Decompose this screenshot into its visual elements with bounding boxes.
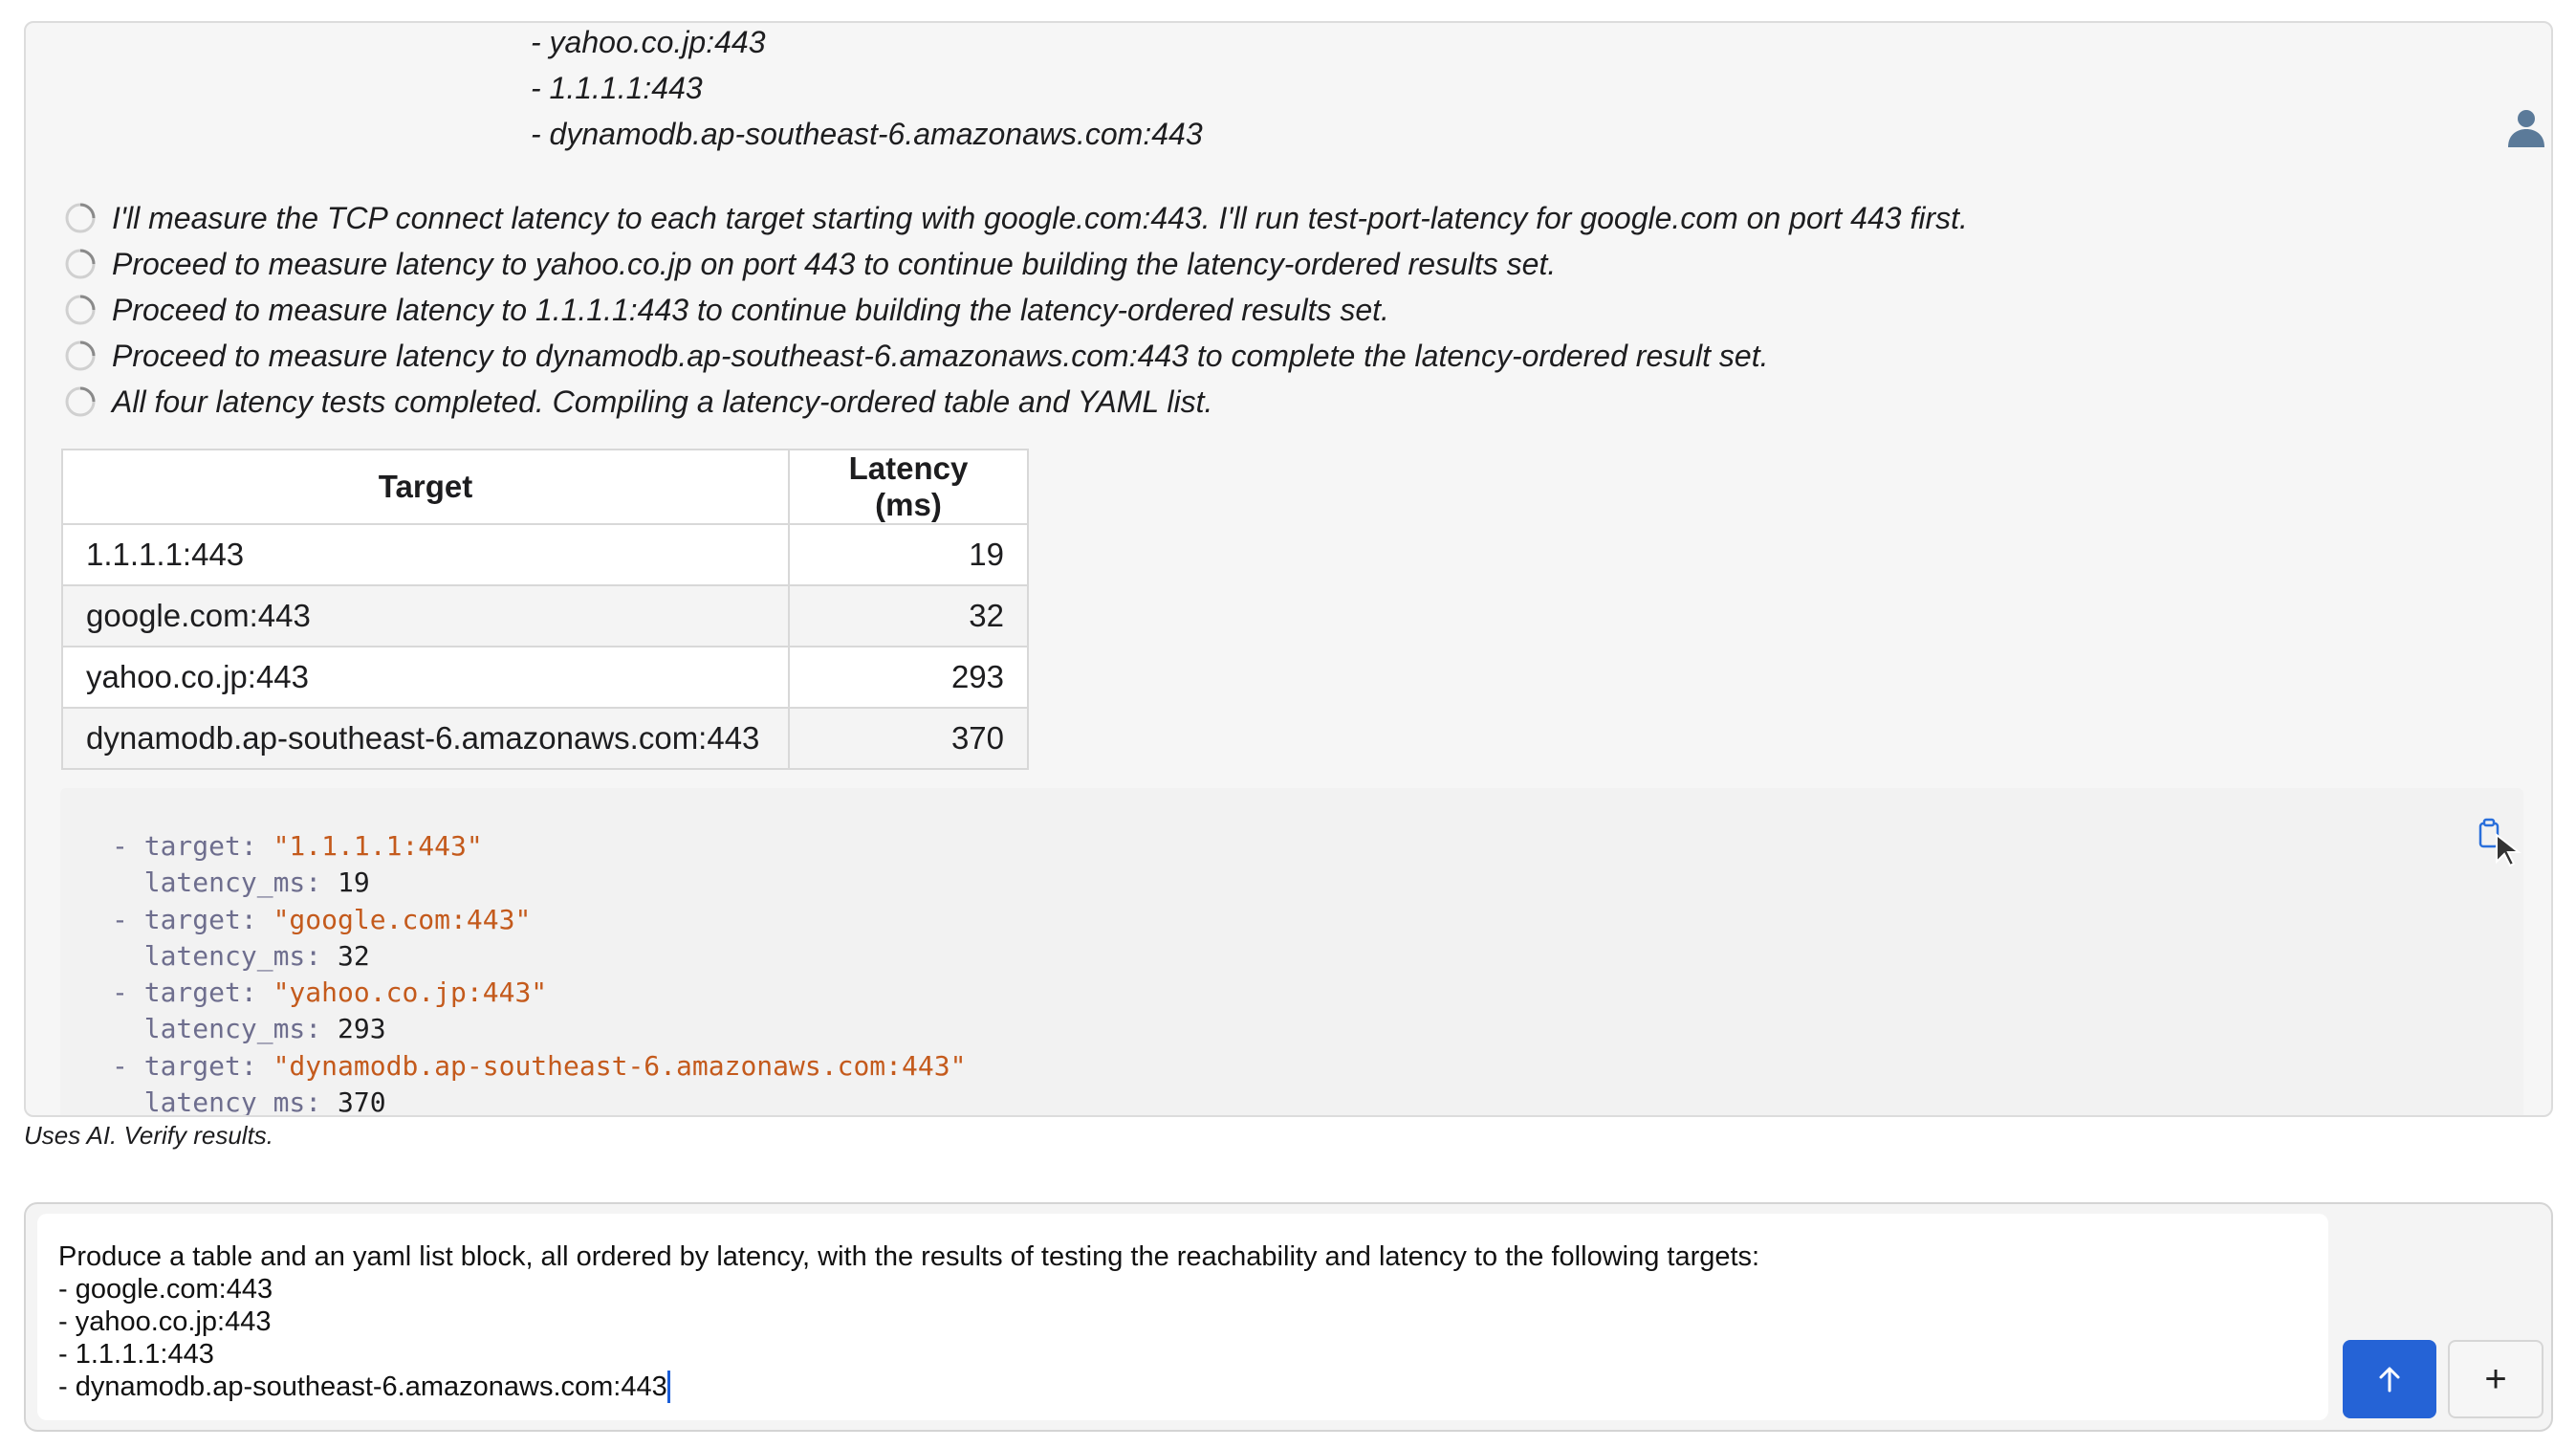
cell-latency: 19 bbox=[788, 523, 1029, 586]
table-row: 1.1.1.1:443 19 bbox=[61, 523, 1029, 586]
spinner-icon bbox=[65, 249, 96, 279]
user-message-line: - 1.1.1.1:443 bbox=[531, 71, 703, 105]
yaml-line: latency_ms: 19 bbox=[143, 867, 370, 899]
text-caret bbox=[666, 1371, 670, 1403]
user-message: - yahoo.co.jp:443 - 1.1.1.1:443 - dynamo… bbox=[531, 23, 1203, 157]
prompt-input[interactable]: Produce a table and an yaml list block, … bbox=[37, 1214, 2328, 1420]
agent-step: Proceed to measure latency to yahoo.co.j… bbox=[62, 241, 1968, 287]
user-avatar-icon bbox=[2504, 105, 2548, 149]
agent-step: All four latency tests completed. Compil… bbox=[62, 379, 1968, 425]
clipboard-icon bbox=[2478, 818, 2521, 867]
table-row: google.com:443 32 bbox=[61, 584, 1029, 647]
yaml-code: - target: "1.1.1.1:443" latency_ms: 19 -… bbox=[112, 828, 967, 1117]
spinner-icon bbox=[65, 295, 96, 325]
spinner-icon bbox=[65, 340, 96, 371]
agent-step-text: Proceed to measure latency to dynamodb.a… bbox=[112, 338, 1769, 373]
chat-transcript[interactable]: - yahoo.co.jp:443 - 1.1.1.1:443 - dynamo… bbox=[24, 21, 2553, 1117]
cell-target: dynamodb.ap-southeast-6.amazonaws.com:44… bbox=[61, 707, 790, 770]
agent-step: I'll measure the TCP connect latency to … bbox=[62, 195, 1968, 241]
arrow-up-icon bbox=[2379, 1367, 2400, 1393]
cell-latency: 370 bbox=[788, 707, 1029, 770]
message-composer: Produce a table and an yaml list block, … bbox=[24, 1202, 2553, 1432]
cell-latency: 32 bbox=[788, 584, 1029, 647]
yaml-code-block[interactable]: - target: "1.1.1.1:443" latency_ms: 19 -… bbox=[60, 788, 2523, 1117]
yaml-line: - target: "yahoo.co.jp:443" bbox=[112, 976, 548, 1009]
yaml-line: - target: "dynamodb.ap-southeast-6.amazo… bbox=[112, 1049, 967, 1082]
ai-disclaimer: Uses AI. Verify results. bbox=[24, 1121, 274, 1150]
agent-step-text: Proceed to measure latency to yahoo.co.j… bbox=[112, 246, 1557, 281]
add-button[interactable]: + bbox=[2448, 1340, 2543, 1418]
spinner-icon bbox=[65, 386, 96, 417]
agent-step: Proceed to measure latency to 1.1.1.1:44… bbox=[62, 287, 1968, 333]
table-row: yahoo.co.jp:443 293 bbox=[61, 646, 1029, 709]
agent-steps: I'll measure the TCP connect latency to … bbox=[62, 195, 1968, 425]
cell-latency: 293 bbox=[788, 646, 1029, 709]
spinner-icon bbox=[65, 203, 96, 233]
cell-target: 1.1.1.1:443 bbox=[61, 523, 790, 586]
copy-code-button[interactable] bbox=[2474, 812, 2531, 869]
agent-step: Proceed to measure latency to dynamodb.a… bbox=[62, 333, 1968, 379]
plus-icon: + bbox=[2484, 1357, 2507, 1400]
column-header-target: Target bbox=[61, 449, 790, 525]
agent-step-text: Proceed to measure latency to 1.1.1.1:44… bbox=[112, 292, 1389, 327]
yaml-line: latency_ms: 370 bbox=[143, 1086, 386, 1117]
agent-step-text: I'll measure the TCP connect latency to … bbox=[112, 200, 1968, 235]
table-row: dynamodb.ap-southeast-6.amazonaws.com:44… bbox=[61, 707, 1029, 770]
results-table: Target Latency (ms) 1.1.1.1:443 19 googl… bbox=[61, 449, 1029, 770]
prompt-text: Produce a table and an yaml list block, … bbox=[58, 1241, 1760, 1403]
send-button[interactable] bbox=[2343, 1340, 2436, 1418]
cell-target: google.com:443 bbox=[61, 584, 790, 647]
yaml-line: latency_ms: 32 bbox=[143, 939, 370, 972]
yaml-line: - target: "google.com:443" bbox=[112, 903, 532, 935]
table-header-row: Target Latency (ms) bbox=[61, 449, 1029, 525]
yaml-line: latency_ms: 293 bbox=[143, 1013, 386, 1045]
user-message-line: - dynamodb.ap-southeast-6.amazonaws.com:… bbox=[531, 117, 1203, 151]
cell-target: yahoo.co.jp:443 bbox=[61, 646, 790, 709]
user-message-line: - yahoo.co.jp:443 bbox=[531, 25, 766, 59]
yaml-line: - target: "1.1.1.1:443" bbox=[112, 830, 483, 862]
column-header-latency: Latency (ms) bbox=[788, 449, 1029, 525]
agent-step-text: All four latency tests completed. Compil… bbox=[112, 384, 1213, 419]
